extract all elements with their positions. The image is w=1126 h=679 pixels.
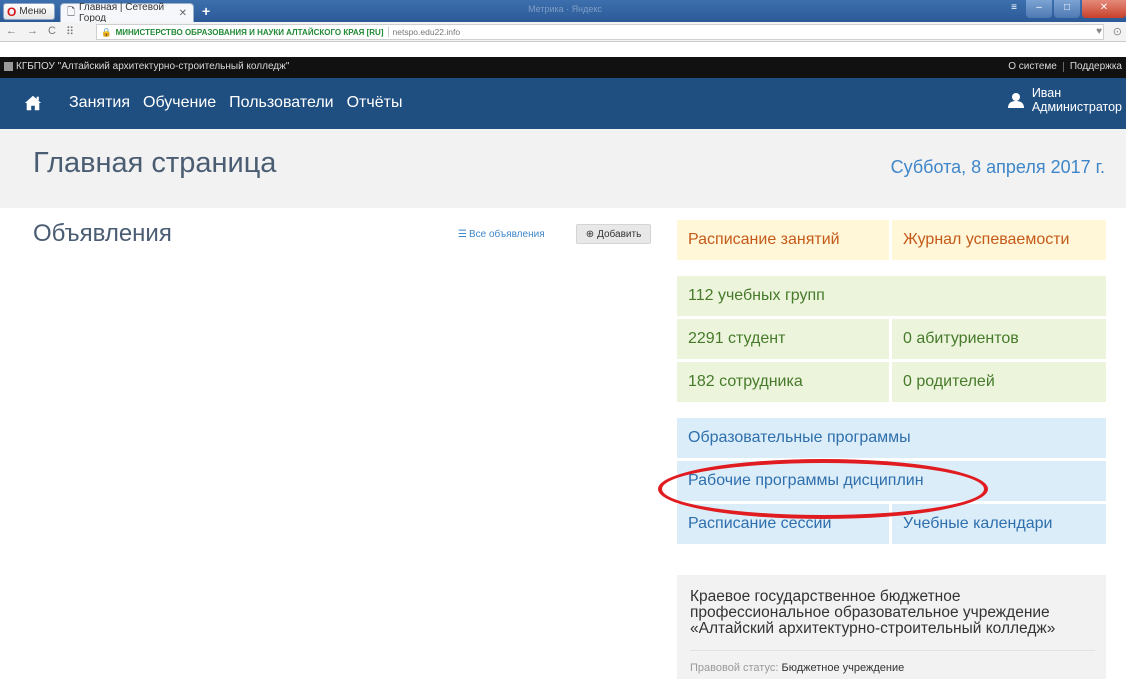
support-link[interactable]: Поддержка: [1070, 61, 1122, 72]
main-navbar: Занятия Обучение Пользователи Отчёты Ива…: [0, 78, 1126, 129]
tile-applicants[interactable]: 0 абитуриентов: [892, 319, 1106, 359]
tile-journal[interactable]: Журнал успеваемости: [892, 220, 1106, 260]
nav-item-classes[interactable]: Занятия: [69, 94, 130, 112]
tab-title: Главная | Сетевой Город: [79, 2, 165, 24]
new-tab-button[interactable]: +: [202, 3, 210, 19]
tab-menu-icon[interactable]: ≡: [1004, 0, 1024, 18]
nav-buttons: ← → C ⠿: [6, 25, 74, 38]
maximize-button[interactable]: □: [1054, 0, 1080, 18]
tile-work-programs[interactable]: Рабочие программы дисциплин: [677, 461, 1106, 501]
url-separator: [387, 27, 389, 37]
nav-item-education[interactable]: Обучение: [143, 94, 216, 112]
opera-logo-icon: O: [7, 4, 17, 19]
legal-status-label: Правовой статус:: [690, 662, 779, 674]
tile-schedule[interactable]: Расписание занятий: [677, 220, 889, 260]
tile-sessions[interactable]: Расписание сессий: [677, 504, 889, 544]
window-controls: ≡ – □ ✕: [1004, 0, 1126, 18]
tile-staff[interactable]: 182 сотрудника: [677, 362, 889, 402]
page-icon: 🗋: [67, 6, 76, 18]
user-names: Иван Администратор: [1032, 86, 1122, 114]
user-icon: [1007, 93, 1024, 108]
reload-icon[interactable]: C: [48, 25, 56, 38]
speed-dial-icon[interactable]: ⠿: [66, 25, 74, 38]
all-announcements-label: Все объявления: [468, 229, 545, 240]
site-topbar: КГБПОУ "Алтайский архитектурно-строитель…: [0, 57, 1126, 78]
bookmark-heart-icon[interactable]: ♥: [1096, 26, 1102, 37]
lock-icon: 🔒: [101, 26, 112, 37]
building-icon: [4, 62, 13, 71]
page-title: Главная страница: [33, 147, 277, 179]
extension-icon[interactable]: ⊙: [1113, 25, 1122, 38]
current-date: Суббота, 8 апреля 2017 г.: [890, 157, 1105, 177]
list-icon: ☰: [458, 229, 467, 240]
close-tab-icon[interactable]: ✕: [179, 8, 187, 19]
user-first-name: Иван: [1031, 86, 1062, 100]
user-role: Администратор: [1031, 100, 1122, 114]
tile-calendars[interactable]: Учебные календари: [892, 504, 1106, 544]
plus-circle-icon: ⊕: [585, 228, 595, 240]
certificate-label: МИНИСТЕРСТВО ОБРАЗОВАНИЯ И НАУКИ АЛТАЙСК…: [115, 27, 384, 37]
nav-menu: Занятия Обучение Пользователи Отчёты: [69, 94, 402, 112]
opera-menu-button[interactable]: O Меню: [3, 3, 55, 20]
about-system-link[interactable]: О системе: [1008, 61, 1057, 72]
menu-label: Меню: [19, 6, 47, 17]
org-name: КГБПОУ "Алтайский архитектурно-строитель…: [16, 61, 290, 72]
divider: [690, 650, 1095, 651]
tile-groups[interactable]: 112 учебных групп: [677, 276, 1106, 316]
org-full-name: Краевое государственное бюджетное профес…: [690, 588, 1056, 637]
announcements-title: Объявления: [33, 220, 172, 247]
close-window-button[interactable]: ✕: [1082, 0, 1126, 18]
legal-status: Правовой статус: Бюджетное учреждение: [690, 662, 904, 674]
user-menu[interactable]: Иван Администратор: [1007, 86, 1122, 114]
home-icon[interactable]: [24, 94, 42, 112]
tile-programs[interactable]: Образовательные программы: [677, 418, 1106, 458]
window-title: Метрика · Яндекс: [528, 4, 602, 14]
org-selector[interactable]: КГБПОУ "Алтайский архитектурно-строитель…: [4, 61, 289, 72]
page-header: Главная страница Суббота, 8 апреля 2017 …: [0, 129, 1126, 208]
nav-item-reports[interactable]: Отчёты: [347, 94, 403, 112]
add-label: Добавить: [597, 228, 642, 240]
forward-icon[interactable]: →: [27, 25, 38, 38]
add-announcement-button[interactable]: ⊕ Добавить: [576, 224, 651, 244]
org-info-panel: Краевое государственное бюджетное профес…: [677, 575, 1106, 679]
tile-students[interactable]: 2291 студент: [677, 319, 889, 359]
tile-parents[interactable]: 0 родителей: [892, 362, 1106, 402]
all-announcements-link[interactable]: ☰ Все объявления: [458, 229, 545, 240]
topbar-links: О системе Поддержка: [1008, 61, 1122, 72]
browser-tab[interactable]: 🗋 Главная | Сетевой Город ✕: [60, 2, 194, 24]
address-bar-row: ← → C ⠿ 🔒 МИНИСТЕРСТВО ОБРАЗОВАНИЯ И НАУ…: [0, 22, 1126, 42]
browser-tabstrip: O Меню 🗋 Главная | Сетевой Город ✕ + Мет…: [0, 0, 1126, 24]
url-host: netspo.edu22.info: [392, 27, 461, 37]
minimize-button[interactable]: –: [1026, 0, 1052, 18]
back-icon[interactable]: ←: [6, 25, 17, 38]
divider: [1062, 61, 1064, 72]
legal-status-value: Бюджетное учреждение: [781, 662, 905, 674]
nav-item-users[interactable]: Пользователи: [229, 94, 333, 112]
url-field[interactable]: 🔒 МИНИСТЕРСТВО ОБРАЗОВАНИЯ И НАУКИ АЛТАЙ…: [96, 24, 1104, 40]
